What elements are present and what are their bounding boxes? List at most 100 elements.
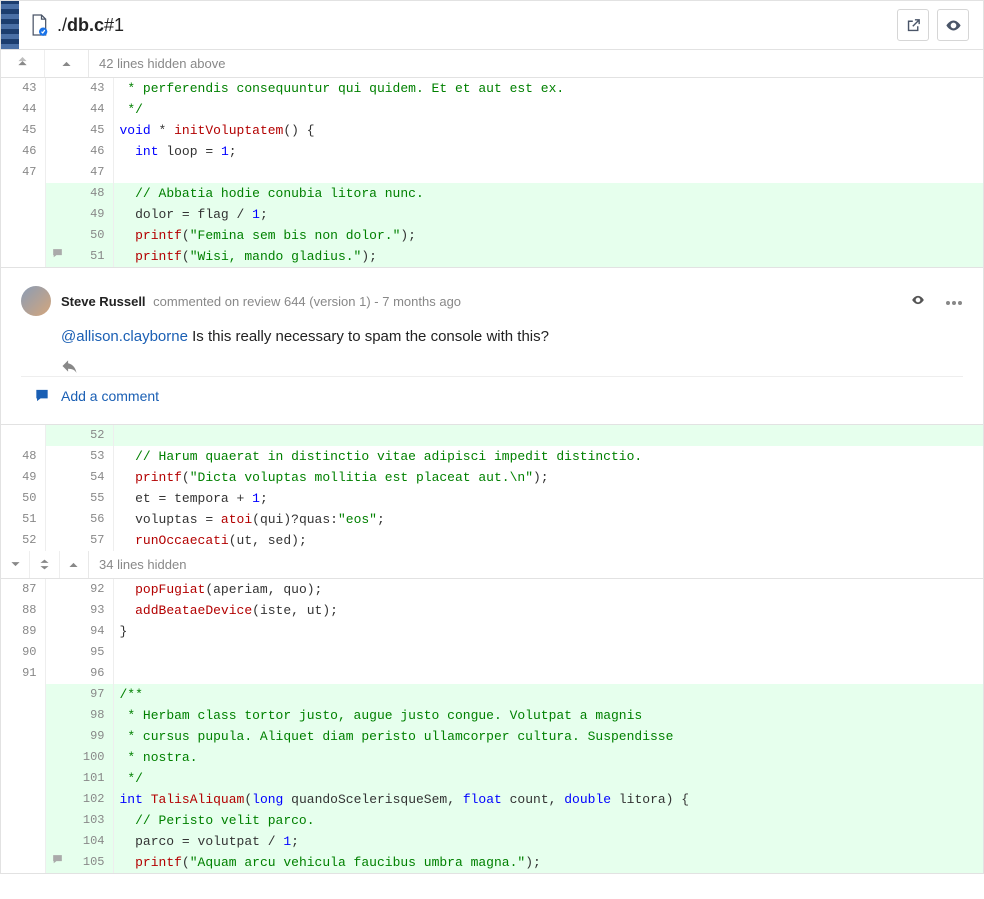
code-line[interactable]: 97/** bbox=[1, 684, 983, 705]
code-line[interactable]: 4747 bbox=[1, 162, 983, 183]
code-line[interactable]: 104 parco = volutpat / 1; bbox=[1, 831, 983, 852]
gutter[interactable] bbox=[45, 162, 69, 183]
expand-all-up-button[interactable] bbox=[1, 50, 45, 77]
line-number-new: 55 bbox=[69, 488, 113, 509]
add-comment-link[interactable]: Add a comment bbox=[61, 388, 159, 404]
gutter[interactable] bbox=[45, 183, 69, 204]
expand-up-button[interactable] bbox=[45, 50, 88, 77]
watch-button[interactable] bbox=[937, 9, 969, 41]
gutter[interactable] bbox=[45, 747, 69, 768]
line-number-new: 93 bbox=[69, 600, 113, 621]
code-content: addBeataeDevice(iste, ut); bbox=[113, 600, 983, 621]
code-content bbox=[113, 162, 983, 183]
code-line[interactable]: 4853 // Harum quaerat in distinctio vita… bbox=[1, 446, 983, 467]
gutter[interactable] bbox=[45, 99, 69, 120]
gutter[interactable] bbox=[45, 831, 69, 852]
gutter[interactable] bbox=[45, 78, 69, 99]
line-number-new: 97 bbox=[69, 684, 113, 705]
line-number-new: 53 bbox=[69, 446, 113, 467]
expand-up-button-2[interactable] bbox=[60, 551, 88, 578]
code-line[interactable]: 51 printf("Wisi, mando gladius."); bbox=[1, 246, 983, 267]
line-number-old: 45 bbox=[1, 120, 45, 141]
gutter[interactable] bbox=[45, 141, 69, 162]
gutter[interactable] bbox=[45, 488, 69, 509]
gutter[interactable] bbox=[45, 621, 69, 642]
open-external-button[interactable] bbox=[897, 9, 929, 41]
code-content bbox=[113, 425, 983, 446]
code-line[interactable]: 4343 * perferendis consequuntur qui quid… bbox=[1, 78, 983, 99]
gutter[interactable] bbox=[45, 530, 69, 551]
code-line[interactable]: 8893 addBeataeDevice(iste, ut); bbox=[1, 600, 983, 621]
code-line[interactable]: 4545void * initVoluptatem() { bbox=[1, 120, 983, 141]
gutter[interactable] bbox=[45, 120, 69, 141]
code-line[interactable]: 5257 runOccaecati(ut, sed); bbox=[1, 530, 983, 551]
code-line[interactable]: 9196 bbox=[1, 663, 983, 684]
gutter[interactable] bbox=[45, 204, 69, 225]
line-number-old: 87 bbox=[1, 579, 45, 600]
line-number-old bbox=[1, 852, 45, 873]
gutter[interactable] bbox=[45, 600, 69, 621]
line-number-new: 96 bbox=[69, 663, 113, 684]
gutter[interactable] bbox=[45, 663, 69, 684]
code-line[interactable]: 5055 et = tempora + 1; bbox=[1, 488, 983, 509]
code-line[interactable]: 101 */ bbox=[1, 768, 983, 789]
gutter[interactable] bbox=[45, 246, 69, 267]
line-number-new: 45 bbox=[69, 120, 113, 141]
code-line[interactable]: 49 dolor = flag / 1; bbox=[1, 204, 983, 225]
line-number-old bbox=[1, 726, 45, 747]
gutter[interactable] bbox=[45, 225, 69, 246]
code-line[interactable]: 52 bbox=[1, 425, 983, 446]
line-number-old bbox=[1, 831, 45, 852]
code-line[interactable]: 50 printf("Femina sem bis non dolor."); bbox=[1, 225, 983, 246]
gutter[interactable] bbox=[45, 642, 69, 663]
expand-down-button[interactable] bbox=[1, 551, 30, 578]
comment-watch-icon[interactable] bbox=[909, 293, 927, 310]
gutter[interactable] bbox=[45, 726, 69, 747]
gutter[interactable] bbox=[45, 789, 69, 810]
line-number-new: 52 bbox=[69, 425, 113, 446]
code-line[interactable]: 5156 voluptas = atoi(qui)?quas:"eos"; bbox=[1, 509, 983, 530]
line-number-new: 94 bbox=[69, 621, 113, 642]
line-number-old bbox=[1, 705, 45, 726]
code-content: printf("Dicta voluptas mollitia est plac… bbox=[113, 467, 983, 488]
gutter[interactable] bbox=[45, 768, 69, 789]
code-line[interactable]: 103 // Peristo velit parco. bbox=[1, 810, 983, 831]
gutter[interactable] bbox=[45, 810, 69, 831]
code-line[interactable]: 105 printf("Aquam arcu vehicula faucibus… bbox=[1, 852, 983, 873]
comment-body: @allison.clayborne Is this really necess… bbox=[61, 328, 963, 345]
line-number-new: 103 bbox=[69, 810, 113, 831]
gutter[interactable] bbox=[45, 446, 69, 467]
gutter[interactable] bbox=[45, 467, 69, 488]
gutter[interactable] bbox=[45, 852, 69, 873]
code-line[interactable]: 48 // Abbatia hodie conubia litora nunc. bbox=[1, 183, 983, 204]
code-line[interactable]: 4444 */ bbox=[1, 99, 983, 120]
gutter[interactable] bbox=[45, 579, 69, 600]
gutter[interactable] bbox=[45, 425, 69, 446]
code-line[interactable]: 89 94} bbox=[1, 621, 983, 642]
line-number-old bbox=[1, 204, 45, 225]
line-number-old: 43 bbox=[1, 78, 45, 99]
gutter[interactable] bbox=[45, 684, 69, 705]
code-line[interactable]: 4646 int loop = 1; bbox=[1, 141, 983, 162]
comment-more-icon[interactable] bbox=[945, 294, 963, 309]
code-content: } bbox=[113, 621, 983, 642]
code-content: * nostra. bbox=[113, 747, 983, 768]
code-line[interactable]: 8792 popFugiat(aperiam, quo); bbox=[1, 579, 983, 600]
reply-button[interactable] bbox=[61, 359, 963, 376]
code-line[interactable]: 99 * cursus pupula. Aliquet diam peristo… bbox=[1, 726, 983, 747]
code-line[interactable]: 4954 printf("Dicta voluptas mollitia est… bbox=[1, 467, 983, 488]
code-content: void * initVoluptatem() { bbox=[113, 120, 983, 141]
code-line[interactable]: 100 * nostra. bbox=[1, 747, 983, 768]
code-content: // Abbatia hodie conubia litora nunc. bbox=[113, 183, 983, 204]
gutter[interactable] bbox=[45, 705, 69, 726]
code-block-1: 4343 * perferendis consequuntur qui quid… bbox=[1, 78, 983, 267]
code-line[interactable]: 102int TalisAliquam(long quandoScelerisq… bbox=[1, 789, 983, 810]
mention[interactable]: @allison.clayborne bbox=[61, 328, 188, 345]
gutter[interactable] bbox=[45, 509, 69, 530]
code-content: // Peristo velit parco. bbox=[113, 810, 983, 831]
code-line[interactable]: 9095 bbox=[1, 642, 983, 663]
comment-author[interactable]: Steve Russell bbox=[61, 294, 146, 309]
expand-both-button[interactable] bbox=[30, 551, 59, 578]
line-number-old: 89 bbox=[1, 621, 45, 642]
code-line[interactable]: 98 * Herbam class tortor justo, augue ju… bbox=[1, 705, 983, 726]
